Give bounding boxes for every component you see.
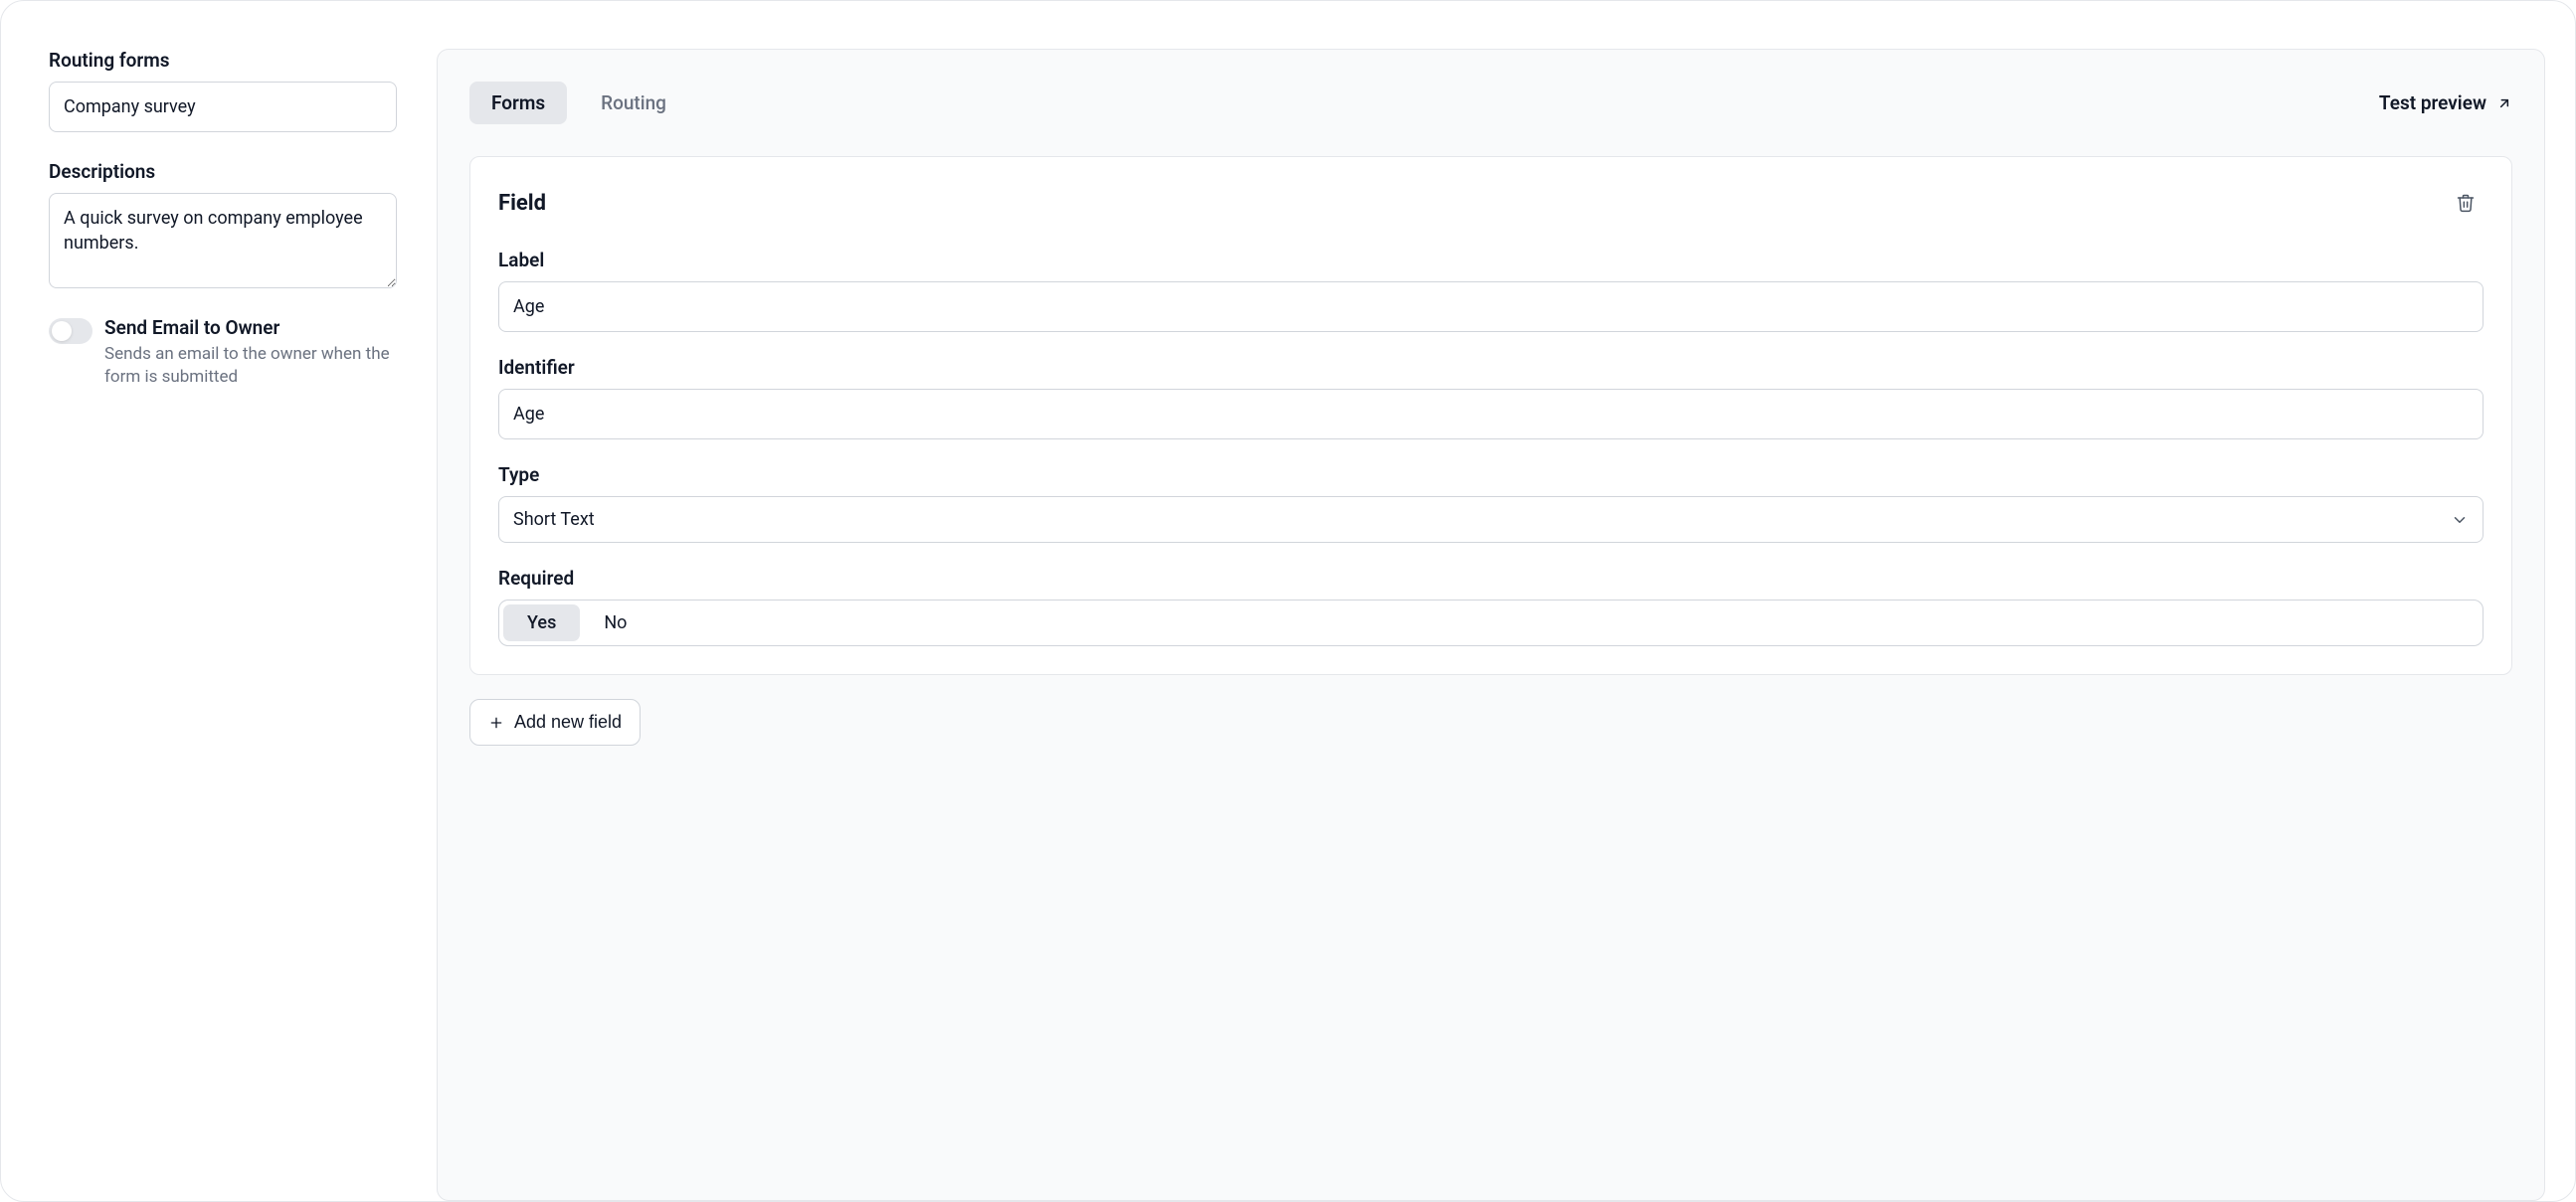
external-link-icon [2496,95,2512,111]
field-label-label: Label [498,249,2484,271]
field-type-select[interactable]: Short Text [498,496,2484,543]
field-card-header: Field [498,185,2484,221]
form-title-input[interactable] [49,82,397,132]
sidebar: Routing forms Descriptions A quick surve… [49,49,397,1201]
chevron-down-icon [2451,511,2469,529]
descriptions-textarea[interactable]: A quick survey on company employee numbe… [49,193,397,288]
required-segmented-control: Yes No [498,600,2484,646]
test-preview-label: Test preview [2379,91,2486,114]
field-type-group: Type Short Text [498,463,2484,543]
send-email-toggle[interactable] [49,318,92,344]
routing-forms-label: Routing forms [49,49,397,72]
field-identifier-input[interactable] [498,389,2484,439]
tab-routing[interactable]: Routing [579,82,688,124]
send-email-text: Send Email to Owner Sends an email to th… [104,316,397,389]
test-preview-button[interactable]: Test preview [2379,91,2512,114]
field-required-label: Required [498,567,2484,590]
field-label-group: Label [498,249,2484,332]
send-email-title: Send Email to Owner [104,316,397,339]
main-panel: Forms Routing Test preview Field [437,49,2545,1201]
field-identifier-label: Identifier [498,356,2484,379]
required-option-yes[interactable]: Yes [503,604,580,641]
plus-icon [488,715,504,731]
field-card: Field Label Identifier [469,156,2512,675]
field-type-value: Short Text [513,509,595,530]
field-label-input[interactable] [498,281,2484,332]
descriptions-label: Descriptions [49,160,397,183]
send-email-description: Sends an email to the owner when the for… [104,343,397,389]
send-email-row: Send Email to Owner Sends an email to th… [49,316,397,389]
required-option-no[interactable]: No [580,604,650,641]
delete-field-button[interactable] [2448,185,2484,221]
add-new-field-button[interactable]: Add new field [469,699,641,746]
field-required-group: Required Yes No [498,567,2484,646]
topbar: Forms Routing Test preview [469,82,2512,124]
tab-forms[interactable]: Forms [469,82,567,124]
field-identifier-group: Identifier [498,356,2484,439]
add-new-field-label: Add new field [514,712,622,733]
form-title-group: Routing forms [49,49,397,132]
trash-icon [2456,193,2476,213]
field-type-select-display: Short Text [498,496,2484,543]
field-card-title: Field [498,191,546,216]
field-type-label: Type [498,463,2484,486]
app-container: Routing forms Descriptions A quick surve… [0,0,2576,1202]
tabs: Forms Routing [469,82,688,124]
descriptions-group: Descriptions A quick survey on company e… [49,160,397,288]
